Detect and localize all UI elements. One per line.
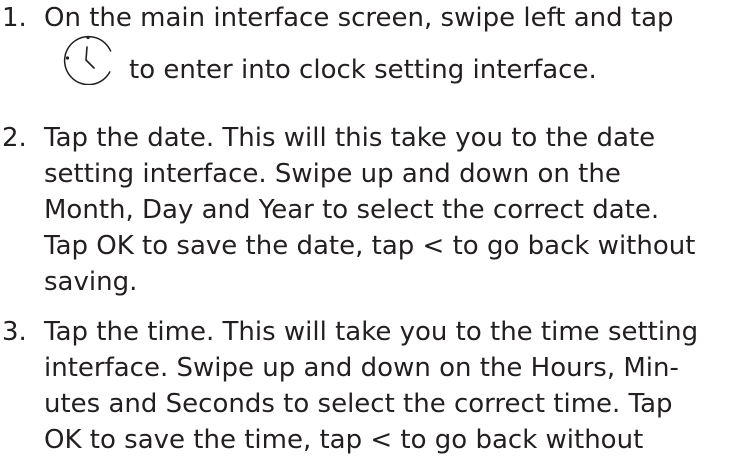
step-line: to enter into clock setting interface. — [129, 55, 597, 85]
step-line: On the main interface screen, swipe left… — [44, 3, 674, 33]
step-line: Month, Day and Year to select the correc… — [44, 195, 660, 225]
step-line: saving. — [44, 267, 138, 297]
step-number: 3. — [2, 317, 27, 347]
step-line: OK to save the time, tap < to go back wi… — [44, 425, 644, 455]
step-number: 1. — [2, 3, 27, 33]
step-body: Tap the date. This will this take you to… — [44, 120, 742, 300]
step-line: setting interface. Swipe up and down on … — [44, 159, 621, 189]
step-line: utes and Seconds to select the correct t… — [44, 389, 673, 419]
clock-row: to enter into clock setting interface. — [44, 35, 742, 86]
step-body: On the main interface screen, swipe left… — [44, 0, 742, 86]
step-line: Tap the time. This will take you to the … — [44, 317, 699, 347]
step-body: Tap the time. This will take you to the … — [44, 314, 742, 458]
step-line: Tap OK to save the date, tap < to go bac… — [44, 231, 696, 261]
step-number: 2. — [2, 123, 27, 153]
step-line: Tap the date. This will this take you to… — [44, 123, 656, 153]
clock-icon — [63, 35, 112, 85]
step-line: interface. Swipe up and down on the Hour… — [44, 353, 679, 383]
instruction-document: 1. On the main interface screen, swipe l… — [0, 0, 742, 461]
